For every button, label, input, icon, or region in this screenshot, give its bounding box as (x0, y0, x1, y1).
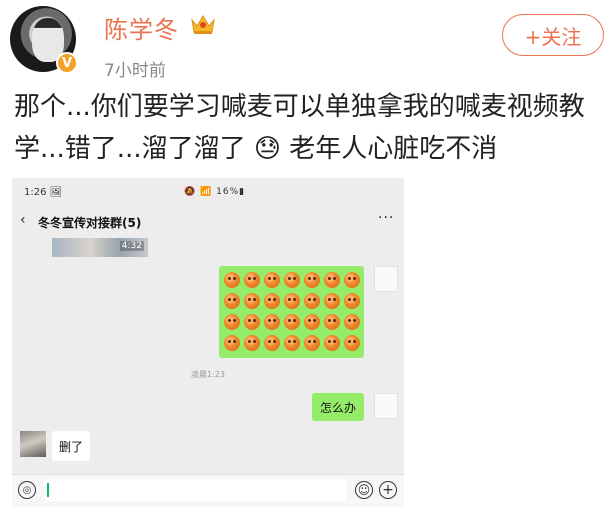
follow-button[interactable]: +关注 (502, 14, 604, 56)
orange-face-emoji-icon (304, 335, 320, 351)
orange-face-emoji-icon (304, 293, 320, 309)
self-avatar[interactable] (374, 266, 398, 292)
verified-badge-icon: V (56, 52, 78, 74)
other-avatar[interactable] (20, 431, 46, 457)
orange-face-emoji-icon (324, 314, 340, 330)
orange-face-emoji-icon (244, 314, 260, 330)
back-arrow-icon[interactable]: ‹ (20, 212, 26, 228)
orange-face-emoji-icon (264, 314, 280, 330)
orange-face-emoji-icon (264, 293, 280, 309)
orange-face-emoji-icon (244, 293, 260, 309)
chat-screenshot[interactable]: 1:26 🖼 🔕 📶 16%▮ ‹ 冬冬宣传对接群(5) ··· 4:32 凌晨… (12, 178, 404, 507)
orange-face-emoji-icon (284, 293, 300, 309)
input-bar: ◎ ☺ + (12, 474, 404, 507)
orange-face-emoji-icon (264, 272, 280, 288)
crown-icon (191, 15, 215, 34)
post-time: 7小时前 (104, 61, 166, 81)
self-avatar[interactable] (374, 393, 398, 419)
incoming-message-bubble[interactable]: 删了 (52, 431, 90, 461)
video-message-thumbnail[interactable]: 4:32 (52, 238, 148, 257)
orange-face-emoji-icon (344, 335, 360, 351)
orange-face-emoji-icon (344, 272, 360, 288)
status-indicators: 🔕 📶 16%▮ (184, 187, 246, 197)
post-text: 那个...你们要学习喊麦可以单独拿我的喊麦视频教学...错了...溜了溜了 😓 … (14, 92, 585, 164)
orange-face-emoji-icon (244, 272, 260, 288)
message-timestamp: 凌晨1:23 (191, 370, 225, 379)
orange-face-emoji-icon (304, 272, 320, 288)
orange-face-emoji-icon (324, 272, 340, 288)
chat-title: 冬冬宣传对接群(5) (38, 216, 142, 230)
orange-face-emoji-icon (224, 314, 240, 330)
orange-face-emoji-icon (304, 314, 320, 330)
orange-face-emoji-icon (224, 335, 240, 351)
orange-face-emoji-icon (344, 293, 360, 309)
more-options-icon[interactable]: ··· (378, 210, 394, 226)
emoji-message-bubble[interactable] (219, 266, 364, 358)
orange-face-emoji-icon (224, 272, 240, 288)
orange-face-emoji-icon (264, 335, 280, 351)
orange-face-emoji-icon (284, 314, 300, 330)
text-message-bubble[interactable]: 怎么办 (312, 393, 364, 421)
orange-face-emoji-icon (244, 335, 260, 351)
orange-face-emoji-icon (324, 293, 340, 309)
username[interactable]: 陈学冬 (104, 10, 179, 45)
video-duration: 4:32 (119, 241, 144, 251)
orange-face-emoji-icon (284, 272, 300, 288)
orange-face-emoji-icon (324, 335, 340, 351)
voice-icon[interactable]: ◎ (18, 481, 36, 499)
orange-face-emoji-icon (284, 335, 300, 351)
orange-face-emoji-icon (344, 314, 360, 330)
text-cursor (47, 483, 49, 497)
status-time: 1:26 🖼 (24, 187, 63, 198)
emoji-icon[interactable]: ☺ (355, 481, 373, 499)
chat-header: ‹ 冬冬宣传对接群(5) ··· (12, 206, 404, 236)
status-bar: 1:26 🖼 🔕 📶 16%▮ (12, 178, 404, 206)
message-input[interactable] (44, 479, 346, 501)
orange-face-emoji-icon (224, 293, 240, 309)
plus-icon[interactable]: + (379, 481, 397, 499)
